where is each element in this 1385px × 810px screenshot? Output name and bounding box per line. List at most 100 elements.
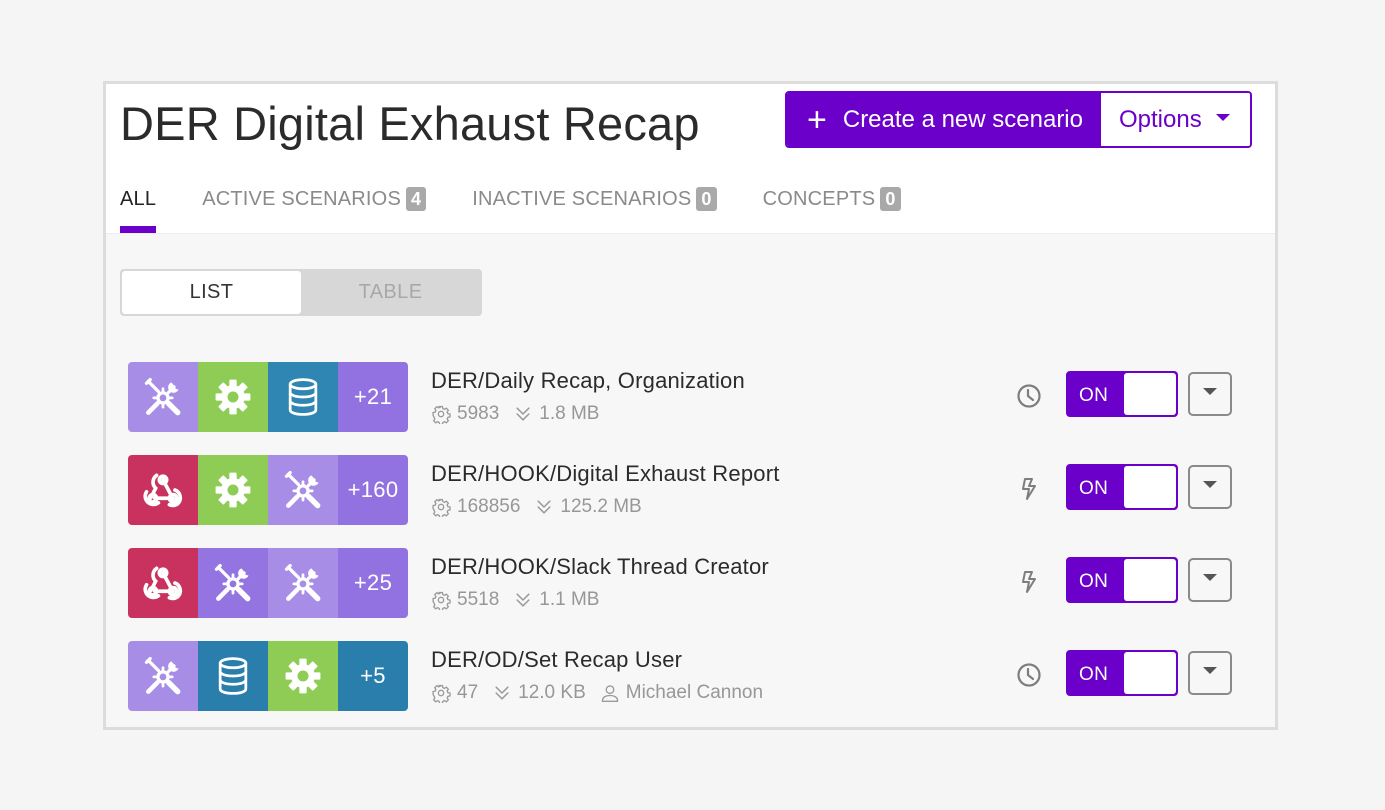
create-scenario-button[interactable]: + Create a new scenario — [787, 93, 1101, 146]
toggle-knob — [1124, 373, 1176, 415]
scenario-toggle[interactable]: ON — [1066, 557, 1178, 603]
more-modules-count: +25 — [338, 548, 408, 618]
toggle-label: ON — [1079, 478, 1109, 499]
scenario-row: +21 DER/Daily Recap, Organization 5983 1… — [106, 359, 1275, 452]
scenario-list: +21 DER/Daily Recap, Organization 5983 1… — [106, 359, 1275, 731]
operations-value: 5983 — [457, 403, 500, 424]
operations-stat: 5983 — [431, 403, 499, 425]
gear-icon — [211, 468, 255, 512]
tools-module-tile — [128, 362, 198, 432]
tab-count-badge: 0 — [696, 187, 717, 211]
scenario-info: DER/Daily Recap, Organization 5983 1.8 M… — [431, 368, 745, 425]
tools-icon — [141, 654, 185, 698]
gear-icon — [211, 375, 255, 419]
scenario-menu-button[interactable] — [1188, 465, 1232, 509]
data-transfer-icon — [534, 497, 560, 517]
caret-down-icon — [1203, 573, 1217, 581]
operations-stat: 168856 — [431, 496, 520, 518]
data-transfer-icon — [513, 590, 539, 610]
caret-down-icon — [1215, 114, 1230, 121]
toggle-knob — [1124, 652, 1176, 694]
scenario-name[interactable]: DER/OD/Set Recap User — [431, 647, 777, 673]
tools-icon — [141, 375, 185, 419]
header-button-group: + Create a new scenario Options — [785, 91, 1252, 148]
options-button[interactable]: Options — [1101, 93, 1250, 146]
operations-icon — [431, 590, 457, 610]
scenario-info: DER/OD/Set Recap User 47 12.0 KB Michael… — [431, 647, 777, 704]
tools-module-tile — [198, 548, 268, 618]
data-transfer-value: 12.0 KB — [518, 682, 586, 703]
scenario-menu-button[interactable] — [1188, 558, 1232, 602]
data-transfer-value: 1.1 MB — [539, 589, 600, 610]
toggle-label: ON — [1079, 571, 1109, 592]
view-list-button[interactable]: LIST — [122, 271, 301, 314]
module-tiles[interactable]: +160 — [128, 455, 408, 525]
datastore-icon — [211, 654, 255, 698]
operations-value: 47 — [457, 682, 479, 703]
tab-inactive-scenarios[interactable]: INACTIVE SCENARIOS 0 — [472, 184, 717, 214]
tools-module-tile — [268, 548, 338, 618]
caret-down-icon — [1203, 387, 1217, 395]
scenario-toggle[interactable]: ON — [1066, 650, 1178, 696]
tab-all[interactable]: ALL — [120, 184, 157, 233]
scenario-folder-card: DER Digital Exhaust Recap + Create a new… — [103, 81, 1278, 730]
scenario-info: DER/HOOK/Digital Exhaust Report 168856 1… — [431, 461, 780, 518]
tab-concepts[interactable]: CONCEPTS 0 — [763, 184, 901, 214]
tab-label: CONCEPTS — [762, 187, 876, 210]
scenario-name[interactable]: DER/HOOK/Slack Thread Creator — [431, 554, 769, 580]
data-transfer-icon — [513, 404, 539, 424]
more-modules-count: +21 — [338, 362, 408, 432]
caret-down-icon — [1203, 666, 1217, 674]
tab-active-scenarios[interactable]: ACTIVE SCENARIOS 4 — [202, 184, 427, 214]
tab-label: ALL — [120, 187, 157, 210]
options-label: Options — [1119, 105, 1202, 133]
scenario-name[interactable]: DER/HOOK/Digital Exhaust Report — [431, 461, 780, 487]
card-header: DER Digital Exhaust Recap + Create a new… — [106, 84, 1275, 234]
tab-count-badge: 4 — [405, 187, 427, 211]
caret-down-icon — [1203, 480, 1217, 488]
data-transfer-value: 125.2 MB — [560, 496, 642, 517]
tab-label: INACTIVE SCENARIOS — [472, 187, 692, 210]
module-tiles[interactable]: +25 — [128, 548, 408, 618]
scenario-meta: 5518 1.1 MB — [431, 589, 769, 611]
tab-bar: ALL ACTIVE SCENARIOS 4 INACTIVE SCENARIO… — [120, 184, 947, 233]
tools-icon — [281, 561, 325, 605]
clock-icon — [1016, 662, 1042, 688]
scenario-toggle[interactable]: ON — [1066, 464, 1178, 510]
data-transfer-stat: 1.8 MB — [513, 403, 599, 425]
webhook-icon — [141, 468, 185, 512]
toggle-knob — [1124, 466, 1176, 508]
tab-label: ACTIVE SCENARIOS — [202, 187, 401, 210]
gear-module-tile — [198, 455, 268, 525]
webhook-icon — [141, 561, 185, 605]
tools-icon — [211, 561, 255, 605]
data-transfer-value: 1.8 MB — [539, 403, 600, 424]
webhook-module-tile — [128, 548, 198, 618]
scenario-menu-button[interactable] — [1188, 372, 1232, 416]
lightning-icon — [1016, 476, 1042, 502]
scenario-info: DER/HOOK/Slack Thread Creator 5518 1.1 M… — [431, 554, 769, 611]
webhook-module-tile — [128, 455, 198, 525]
scenario-meta: 47 12.0 KB Michael Cannon — [431, 682, 777, 704]
create-scenario-label: Create a new scenario — [842, 105, 1083, 133]
scenario-name[interactable]: DER/Daily Recap, Organization — [431, 368, 745, 394]
tools-icon — [281, 468, 325, 512]
toggle-label: ON — [1079, 385, 1109, 406]
gear-module-tile — [198, 362, 268, 432]
scenario-row: +25 DER/HOOK/Slack Thread Creator 5518 1… — [106, 545, 1275, 638]
datastore-icon — [281, 375, 325, 419]
data-transfer-icon — [492, 683, 518, 703]
operations-icon — [431, 404, 457, 424]
view-toggle: LIST TABLE — [120, 269, 482, 316]
scenario-menu-button[interactable] — [1188, 651, 1232, 695]
tab-count-badge: 0 — [880, 187, 901, 211]
clock-icon — [1016, 383, 1042, 409]
data-transfer-stat: 125.2 MB — [534, 496, 642, 518]
view-table-button[interactable]: TABLE — [301, 271, 480, 314]
scenario-row: +160 DER/HOOK/Digital Exhaust Report 168… — [106, 452, 1275, 545]
module-tiles[interactable]: +5 — [128, 641, 408, 711]
module-tiles[interactable]: +21 — [128, 362, 408, 432]
scenario-meta: 5983 1.8 MB — [431, 403, 745, 425]
scenario-toggle[interactable]: ON — [1066, 371, 1178, 417]
user-icon — [600, 683, 626, 703]
